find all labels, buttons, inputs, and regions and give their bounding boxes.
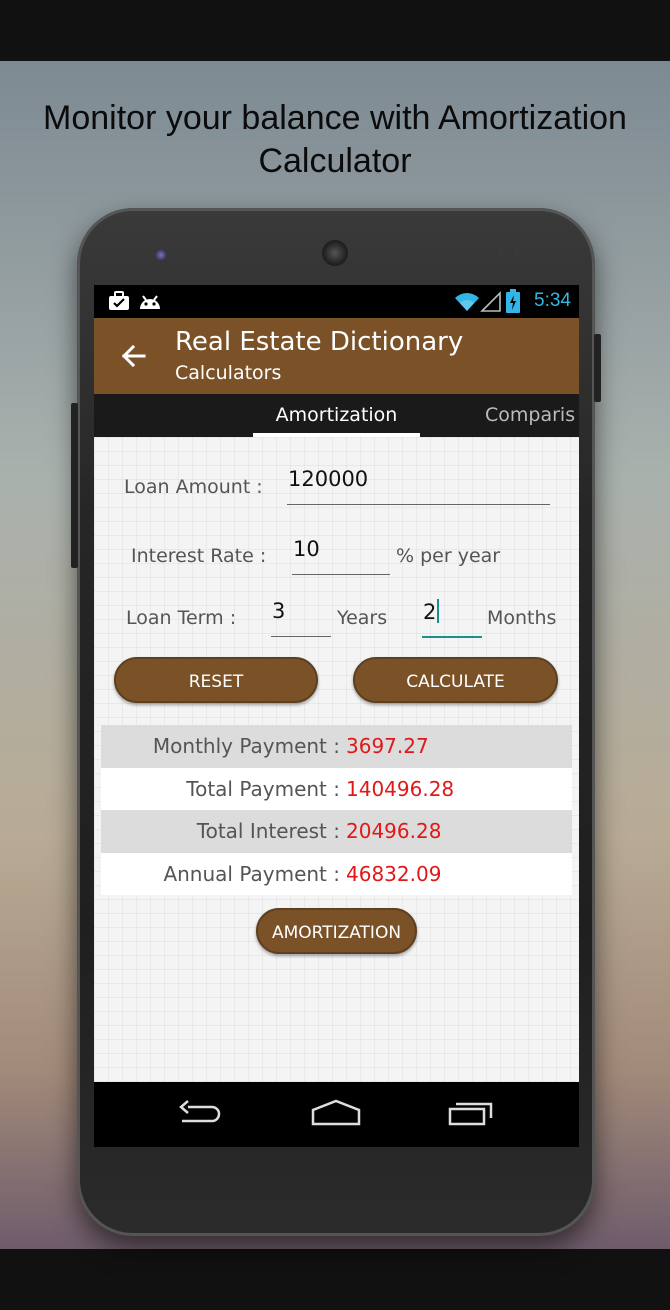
calculator-form: Loan Amount : 120000 Interest Rate : 10 … [94, 437, 579, 1082]
result-row-monthly: Monthly Payment : 3697.27 [101, 725, 572, 768]
result-label: Annual Payment : [163, 861, 340, 886]
phone-volume-button [71, 403, 78, 568]
result-row-total: Total Payment : 140496.28 [101, 767, 572, 810]
interest-unit-label: % per year [396, 545, 501, 567]
app-bar: Real Estate Dictionary Calculators [94, 318, 579, 394]
years-input[interactable]: 3 [271, 599, 331, 637]
phone-screen: 5:34 Real Estate Dictionary Calculators … [94, 285, 579, 1147]
recents-icon[interactable] [444, 1096, 498, 1132]
back-arrow-icon[interactable] [114, 336, 154, 376]
interest-rate-input[interactable]: 10 [292, 537, 390, 575]
months-unit-label: Months [487, 607, 557, 629]
amortization-button[interactable]: AMORTIZATION [256, 908, 417, 954]
sensor-icon [498, 250, 520, 256]
result-value: 46832.09 [346, 861, 442, 886]
text-caret [437, 599, 440, 623]
speaker-icon [322, 240, 348, 266]
app-subtitle: Calculators [175, 362, 282, 384]
loan-amount-label: Loan Amount : [124, 476, 263, 498]
result-label: Total Interest : [196, 819, 340, 843]
months-input[interactable]: 2 [422, 599, 482, 638]
briefcase-check-icon [109, 291, 129, 310]
bottom-letterbox [0, 1249, 670, 1310]
battery-charging-icon [506, 289, 520, 313]
calculate-button[interactable]: CALCULATE [353, 657, 558, 703]
status-time: 5:34 [534, 290, 571, 311]
top-letterbox [0, 0, 670, 61]
wifi-icon [455, 293, 479, 311]
app-title: Real Estate Dictionary [175, 327, 464, 357]
interest-rate-label: Interest Rate : [131, 545, 267, 567]
phone-power-button [594, 334, 601, 402]
reset-button[interactable]: RESET [114, 657, 318, 703]
loan-term-label: Loan Term : [126, 607, 237, 629]
result-label: Total Payment : [186, 776, 340, 801]
years-unit-label: Years [337, 607, 388, 629]
nav-bar [94, 1082, 579, 1147]
tab-bar: Amortization Comparis [94, 394, 579, 437]
loan-amount-input[interactable]: 120000 [287, 467, 550, 505]
result-row-annual: Annual Payment : 46832.09 [101, 852, 572, 895]
android-icon [140, 295, 160, 309]
status-bar: 5:34 [94, 285, 579, 318]
result-value: 3697.27 [346, 734, 429, 758]
months-input-value: 2 [423, 600, 437, 624]
signal-icon [480, 291, 501, 312]
result-label: Monthly Payment : [152, 734, 340, 758]
camera-icon [155, 249, 167, 261]
result-value: 140496.28 [346, 776, 455, 801]
promo-headline: Monitor your balance with Amortization C… [43, 99, 627, 180]
results-table: Monthly Payment : 3697.27 Total Payment … [101, 725, 572, 895]
home-icon[interactable] [309, 1096, 363, 1132]
back-icon[interactable] [174, 1096, 228, 1132]
result-row-interest: Total Interest : 20496.28 [101, 810, 572, 853]
tab-comparison[interactable]: Comparis [485, 394, 575, 437]
result-value: 20496.28 [346, 819, 442, 843]
tab-amortization[interactable]: Amortization [253, 394, 420, 437]
